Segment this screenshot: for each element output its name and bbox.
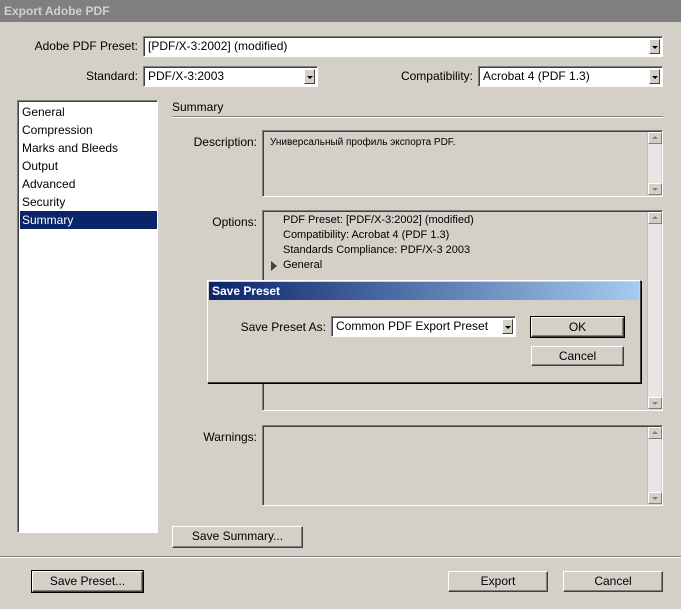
save-preset-dialog: Save Preset Save Preset As: Common PDF E…: [207, 280, 641, 383]
scroll-down-icon[interactable]: [648, 397, 662, 409]
sidebar-item-output[interactable]: Output: [20, 157, 157, 175]
scroll-down-icon[interactable]: [648, 183, 662, 195]
standard-dropdown[interactable]: PDF/X-3:2003: [143, 66, 318, 87]
warnings-label: Warnings:: [203, 430, 257, 444]
sidebar-list: General Compression Marks and Bleeds Out…: [17, 100, 158, 533]
option-line-compatibility: Compatibility: Acrobat 4 (PDF 1.3): [283, 229, 450, 241]
warnings-scrollbar[interactable]: [647, 427, 662, 504]
options-scrollbar[interactable]: [647, 212, 662, 409]
option-line-standards: Standards Compliance: PDF/X-3 2003: [283, 244, 471, 256]
preset-label: Adobe PDF Preset:: [34, 39, 138, 53]
save-preset-as-label: Save Preset As:: [240, 320, 326, 334]
window-titlebar: Export Adobe PDF: [0, 0, 681, 22]
section-title: Summary: [172, 100, 224, 114]
sidebar-item-security[interactable]: Security: [20, 193, 157, 211]
export-button[interactable]: Export: [448, 571, 548, 592]
save-preset-name-value[interactable]: Common PDF Export Preset: [336, 319, 488, 333]
scroll-up-icon[interactable]: [648, 132, 662, 144]
expand-triangle-icon[interactable]: [271, 261, 277, 271]
scroll-up-icon[interactable]: [648, 427, 662, 439]
description-label: Description:: [193, 135, 257, 149]
preset-value: [PDF/X-3:2002] (modified): [148, 39, 288, 53]
save-preset-name-combo[interactable]: Common PDF Export Preset: [331, 316, 516, 337]
description-field[interactable]: Универсальный профиль экспорта PDF.: [262, 130, 663, 197]
option-line-preset: PDF Preset: [PDF/X-3:2002] (modified): [283, 214, 474, 226]
scroll-up-icon[interactable]: [648, 212, 662, 224]
sidebar-item-compression[interactable]: Compression: [20, 121, 157, 139]
ok-button[interactable]: OK: [530, 316, 625, 338]
standard-value: PDF/X-3:2003: [148, 69, 225, 83]
description-text: Универсальный профиль экспорта PDF.: [270, 137, 456, 148]
dialog-titlebar: Save Preset: [209, 282, 639, 300]
chevron-down-icon[interactable]: [502, 319, 513, 334]
sidebar-item-marks-and-bleeds[interactable]: Marks and Bleeds: [20, 139, 157, 157]
chevron-down-icon[interactable]: [304, 69, 315, 84]
footer-divider: [0, 556, 681, 558]
dialog-title: Save Preset: [212, 284, 281, 298]
save-summary-button[interactable]: Save Summary...: [172, 526, 303, 548]
options-label: Options:: [212, 215, 257, 229]
save-preset-button[interactable]: Save Preset...: [31, 570, 144, 593]
standard-label: Standard:: [85, 69, 138, 83]
preset-dropdown[interactable]: [PDF/X-3:2002] (modified): [143, 36, 663, 57]
compatibility-dropdown[interactable]: Acrobat 4 (PDF 1.3): [478, 66, 663, 87]
option-line-general[interactable]: General: [283, 258, 322, 273]
warnings-field[interactable]: [262, 425, 663, 506]
section-divider: [172, 116, 663, 118]
sidebar-item-advanced[interactable]: Advanced: [20, 175, 157, 193]
sidebar-item-summary[interactable]: Summary: [20, 211, 157, 229]
compatibility-label: Compatibility:: [400, 69, 473, 83]
chevron-down-icon[interactable]: [649, 69, 660, 84]
sidebar-item-general[interactable]: General: [20, 103, 157, 121]
chevron-down-icon[interactable]: [649, 39, 660, 54]
cancel-button[interactable]: Cancel: [563, 571, 663, 592]
scroll-down-icon[interactable]: [648, 492, 662, 504]
compatibility-value: Acrobat 4 (PDF 1.3): [483, 69, 590, 83]
description-scrollbar[interactable]: [647, 132, 662, 195]
window-title: Export Adobe PDF: [4, 4, 110, 18]
dialog-cancel-button[interactable]: Cancel: [531, 346, 624, 366]
